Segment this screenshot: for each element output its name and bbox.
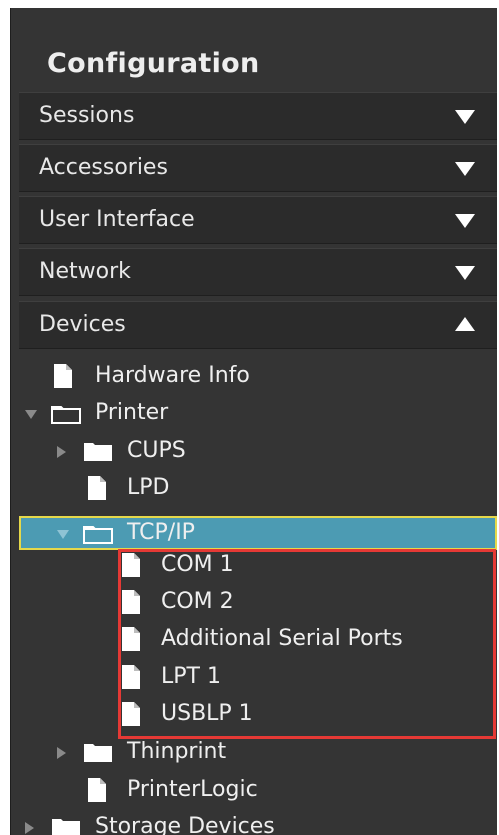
- file-icon: [88, 476, 106, 500]
- configuration-panel: Configuration Sessions Accessories User …: [10, 8, 497, 835]
- section-label: Devices: [39, 312, 126, 337]
- collapse-arrow-icon: [455, 317, 475, 331]
- expand-arrow-icon: [455, 214, 475, 228]
- tree-item-label: CUPS: [127, 438, 186, 463]
- tree-item-label: Thinprint: [127, 739, 227, 764]
- tree-item-label: TCP/IP: [127, 520, 195, 545]
- annotation-highlight-box: [118, 549, 496, 739]
- tree-item-label: LPD: [127, 475, 170, 500]
- tree-item-printerlogic[interactable]: PrinterLogic: [87, 772, 337, 808]
- folder-icon: [51, 406, 81, 424]
- collapse-arrow-icon[interactable]: [25, 410, 37, 419]
- tree-item-label: Storage Devices: [95, 814, 275, 835]
- file-icon: [88, 778, 106, 802]
- section-label: Network: [39, 259, 131, 284]
- tree-item-label: PrinterLogic: [127, 777, 258, 802]
- expand-arrow-icon: [455, 110, 475, 124]
- section-label: User Interface: [39, 207, 195, 232]
- section-sessions[interactable]: Sessions: [19, 92, 497, 140]
- tree-item-printer[interactable]: Printer: [25, 395, 225, 431]
- tree-item-tcpip[interactable]: TCP/IP: [57, 515, 357, 551]
- folder-icon: [84, 443, 112, 461]
- tree-item-cups[interactable]: CUPS: [57, 433, 257, 469]
- section-accessories[interactable]: Accessories: [19, 144, 497, 192]
- tree-item-lpd[interactable]: LPD: [87, 470, 287, 506]
- expand-arrow-icon: [455, 266, 475, 280]
- folder-icon: [52, 819, 80, 835]
- section-user-interface[interactable]: User Interface: [19, 196, 497, 244]
- tree-item-label: Hardware Info: [95, 363, 250, 388]
- folder-icon: [83, 526, 113, 544]
- panel-title: Configuration: [47, 48, 260, 79]
- tree-item-storage-devices[interactable]: Storage Devices: [25, 809, 345, 835]
- tree-item-thinprint[interactable]: Thinprint: [57, 734, 307, 770]
- tree-item-hardware-info[interactable]: Hardware Info: [53, 358, 313, 394]
- section-label: Sessions: [39, 103, 135, 128]
- section-devices[interactable]: Devices: [19, 301, 497, 349]
- tree-item-label: Printer: [95, 400, 169, 425]
- folder-icon: [84, 744, 112, 762]
- expand-arrow-icon[interactable]: [25, 822, 34, 834]
- section-network[interactable]: Network: [19, 248, 497, 296]
- expand-arrow-icon[interactable]: [57, 747, 66, 759]
- file-icon: [54, 364, 72, 388]
- expand-arrow-icon[interactable]: [57, 446, 66, 458]
- expand-arrow-icon: [455, 162, 475, 176]
- collapse-arrow-icon[interactable]: [57, 530, 69, 539]
- section-label: Accessories: [39, 155, 168, 180]
